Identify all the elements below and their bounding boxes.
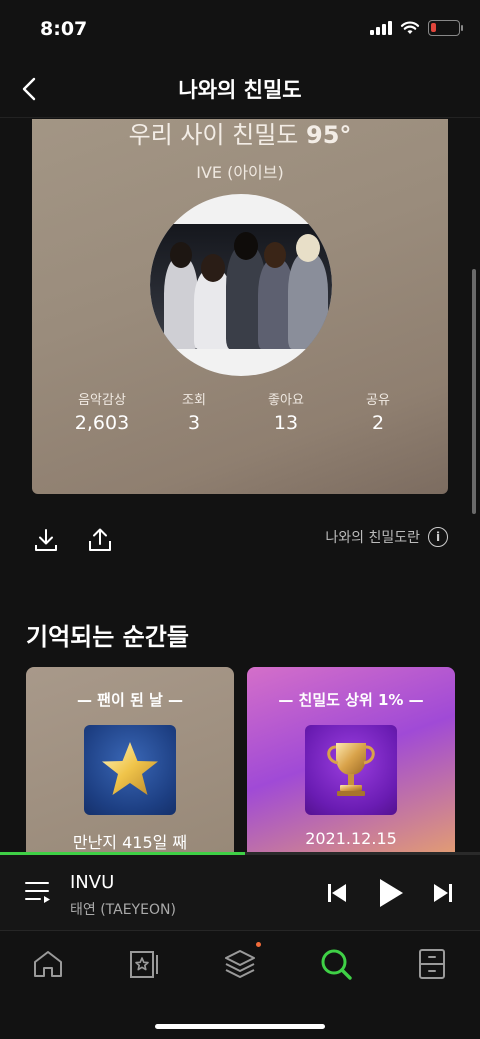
- mini-player[interactable]: INVU 태연 (TAEYEON): [0, 855, 480, 931]
- moment-card-fan-day[interactable]: — 팬이 된 날 — 만난지 415일 째: [26, 667, 234, 853]
- star-badge-icon: [84, 725, 176, 815]
- artist-name[interactable]: IVE (아이브): [32, 159, 448, 183]
- intimacy-card: 우리 사이 친밀도 95° IVE (아이브) 음악감상 2,603 조회 3 …: [32, 119, 448, 494]
- intimacy-score: 95°: [306, 121, 352, 149]
- playlist-icon: [25, 882, 50, 903]
- skip-next-icon: [434, 884, 452, 902]
- layers-icon: [225, 950, 255, 978]
- stat-likes: 좋아요 13: [216, 389, 356, 434]
- stat-label: 음악감상: [78, 393, 126, 408]
- moments-section-title: 기억되는 순간들: [26, 623, 189, 651]
- download-button[interactable]: [31, 525, 61, 555]
- play-button[interactable]: [373, 875, 409, 911]
- stats-row: 음악감상 2,603 조회 3 좋아요 13 공유 2: [32, 389, 448, 434]
- stat-listening: 음악감상 2,603: [32, 389, 172, 434]
- status-time: 8:07: [40, 18, 88, 40]
- status-icons: [370, 20, 463, 36]
- tab-layers[interactable]: [220, 942, 261, 984]
- moment-card-top-percent[interactable]: — 친밀도 상위 1% — 2021.12.15: [247, 667, 455, 853]
- about-intimacy-link[interactable]: 나와의 친밀도란 i: [325, 527, 448, 547]
- actions-row: 나와의 친밀도란 i: [0, 519, 480, 563]
- track-title[interactable]: INVU: [70, 872, 114, 893]
- play-icon: [380, 879, 403, 907]
- stat-value: 2,603: [74, 412, 130, 434]
- artist-photo[interactable]: [150, 194, 332, 376]
- search-icon: [321, 949, 352, 980]
- stat-value: 13: [273, 412, 299, 434]
- notification-dot: [256, 942, 261, 947]
- tab-bar: [0, 932, 480, 1039]
- stat-shares: 공유 2: [356, 389, 400, 434]
- moment-subtitle: 2021.12.15: [305, 829, 397, 848]
- home-indicator: [155, 1024, 325, 1029]
- stat-label: 공유: [366, 393, 390, 408]
- intimacy-title: 우리 사이 친밀도 95°: [32, 119, 448, 150]
- tab-search[interactable]: [316, 944, 356, 984]
- download-icon: [35, 529, 57, 551]
- stat-label: 좋아요: [268, 393, 304, 408]
- stat-views: 조회 3: [172, 389, 216, 434]
- tab-home[interactable]: [28, 944, 68, 984]
- scrollbar[interactable]: [472, 269, 476, 514]
- status-bar: 8:07: [0, 0, 480, 60]
- wifi-icon: [400, 21, 420, 34]
- battery-icon: [428, 20, 463, 36]
- stat-label: 조회: [182, 393, 206, 408]
- next-button[interactable]: [425, 875, 461, 911]
- share-icon: [89, 528, 111, 551]
- home-icon: [34, 951, 62, 977]
- moment-label: — 친밀도 상위 1% —: [278, 691, 424, 709]
- signal-icon: [370, 21, 392, 35]
- page-title: 나와의 친밀도: [178, 78, 302, 102]
- scroll-content[interactable]: 우리 사이 친밀도 95° IVE (아이브) 음악감상 2,603 조회 3 …: [0, 119, 480, 853]
- storage-icon: [419, 949, 445, 979]
- track-artist[interactable]: 태연 (TAEYEON): [70, 899, 176, 919]
- library-icon: [130, 951, 158, 978]
- stat-value: 3: [187, 412, 201, 434]
- tab-storage[interactable]: [412, 944, 452, 984]
- moment-subtitle: 만난지 415일 째: [72, 833, 188, 852]
- previous-button[interactable]: [319, 875, 355, 911]
- moment-label: — 팬이 된 날 —: [76, 691, 184, 709]
- nav-header: 나와의 친밀도: [0, 60, 480, 118]
- playlist-button[interactable]: [24, 879, 52, 909]
- about-intimacy-label: 나와의 친밀도란: [325, 530, 420, 546]
- info-icon: i: [428, 527, 448, 547]
- share-button[interactable]: [85, 525, 115, 555]
- tab-library[interactable]: [124, 944, 164, 984]
- stat-value: 2: [371, 412, 385, 434]
- trophy-badge-icon: [305, 725, 397, 815]
- skip-previous-icon: [328, 884, 346, 902]
- intimacy-title-prefix: 우리 사이 친밀도: [128, 121, 307, 149]
